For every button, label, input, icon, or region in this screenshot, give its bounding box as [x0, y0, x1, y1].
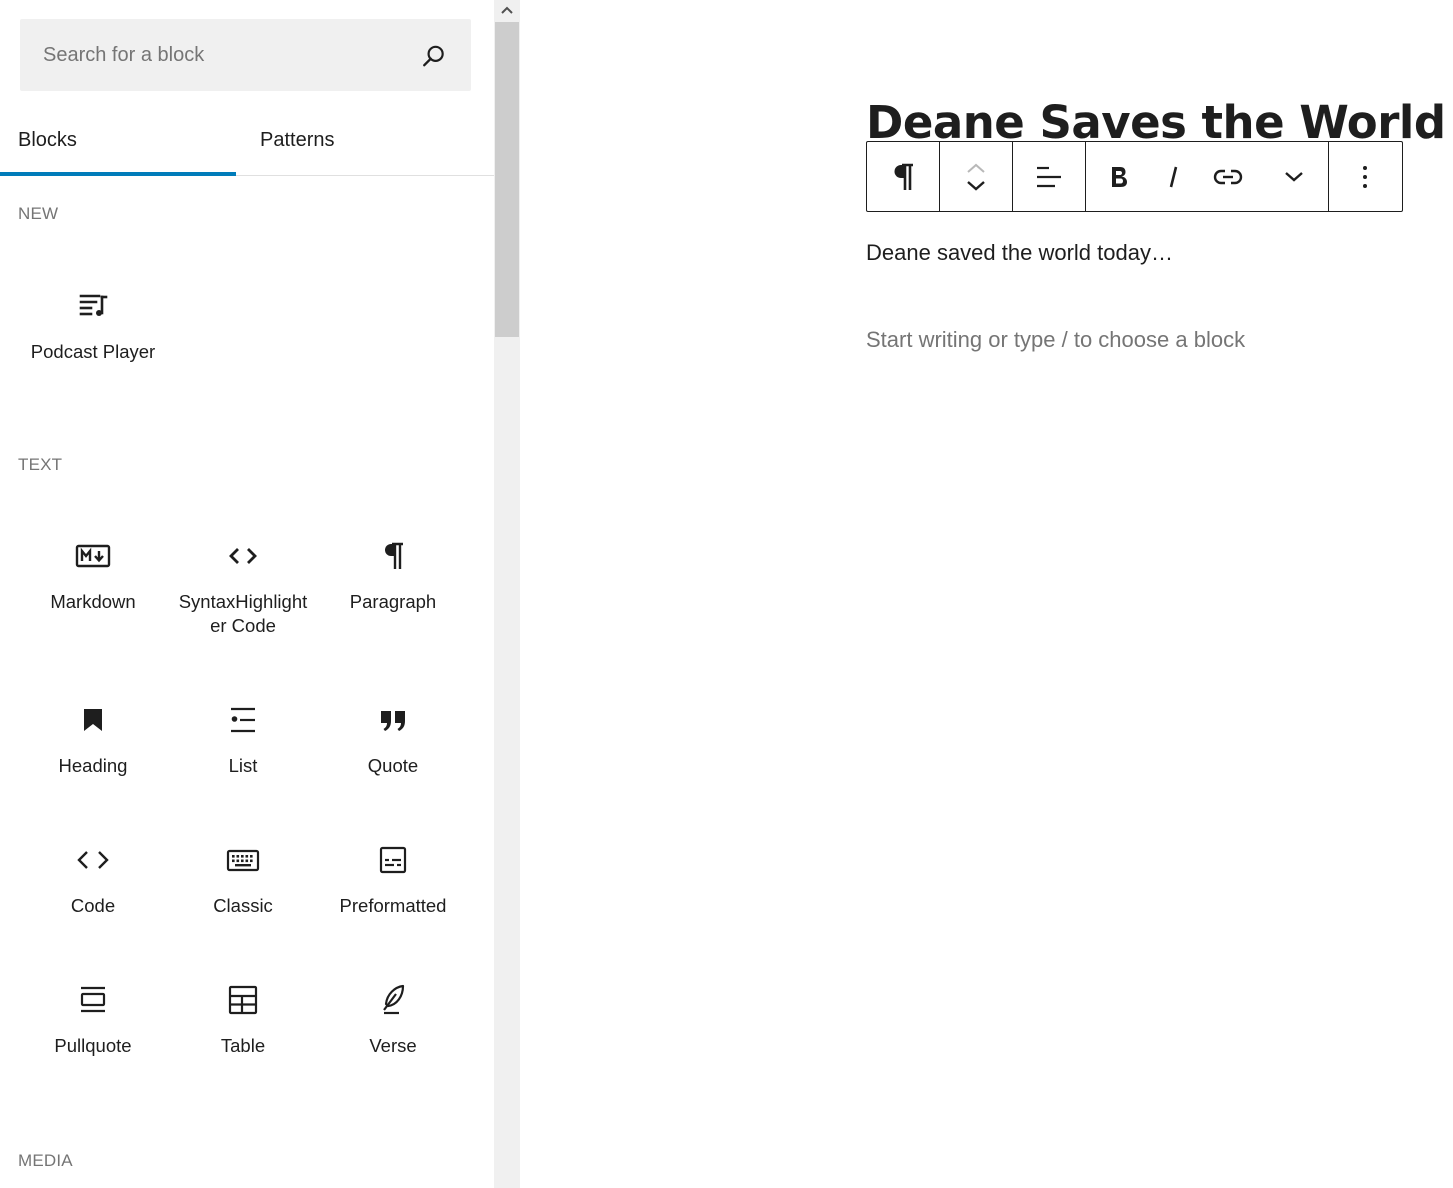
block-label: Preformatted [339, 895, 447, 916]
block-label: Markdown [50, 591, 136, 612]
block-code[interactable]: Code [18, 842, 168, 918]
block-label: Verse [369, 1035, 417, 1056]
block-label: Quote [367, 755, 419, 776]
options-button[interactable] [1329, 142, 1401, 211]
block-classic[interactable]: Classic [168, 842, 318, 918]
link-icon [1213, 169, 1243, 184]
paragraph-block[interactable]: Deane saved the world today… [866, 238, 1173, 268]
category-label-text: TEXT [18, 455, 63, 474]
paragraph-icon [385, 542, 403, 569]
bookmark-icon [84, 709, 102, 731]
scrollbar-thumb[interactable] [495, 22, 519, 337]
block-toolbar [866, 141, 1403, 212]
block-syntaxhighlighter-code[interactable]: SyntaxHighlighter Code [168, 538, 318, 638]
move-up-icon[interactable] [965, 161, 987, 175]
mover-controls [940, 142, 1012, 211]
block-paragraph[interactable]: Paragraph [318, 538, 468, 614]
list-icon [231, 707, 255, 733]
block-label: Heading [58, 755, 128, 776]
block-label: Classic [213, 895, 273, 916]
block-heading[interactable]: Heading [18, 702, 168, 778]
block-type-button[interactable] [867, 142, 939, 211]
tab-blocks[interactable]: Blocks [0, 106, 236, 176]
block-label: Podcast Player [30, 341, 156, 362]
block-pullquote[interactable]: Pullquote [18, 982, 168, 1058]
default-block-appender[interactable]: Start writing or type / to choose a bloc… [866, 325, 1245, 355]
block-table[interactable]: Table [168, 982, 318, 1058]
scroll-up-arrow[interactable] [494, 0, 520, 20]
toolbar-group-align [1013, 142, 1086, 211]
pullquote-icon [80, 986, 106, 1013]
block-list[interactable]: List [168, 702, 318, 778]
table-icon [228, 985, 258, 1015]
toolbar-group-move [940, 142, 1013, 211]
inserter-tabs: Blocks Patterns [0, 106, 494, 176]
link-button[interactable] [1196, 142, 1260, 211]
block-label: Pullquote [54, 1035, 132, 1056]
block-label: Code [70, 895, 116, 916]
chevron-down-icon [1285, 171, 1303, 182]
block-search [20, 19, 471, 91]
italic-icon [1169, 166, 1178, 187]
podcast-player-icon [79, 294, 108, 316]
search-icon[interactable] [421, 43, 447, 69]
inserter-scrollbar[interactable] [494, 0, 520, 1188]
toolbar-group-block-type [867, 142, 940, 211]
block-label: Table [220, 1035, 266, 1056]
category-label-new: NEW [18, 204, 59, 223]
tab-patterns[interactable]: Patterns [236, 106, 472, 175]
block-podcast-player[interactable]: Podcast Player [18, 288, 168, 364]
block-label: List [228, 755, 258, 776]
syntax-code-icon [229, 548, 257, 564]
category-label-media: MEDIA [18, 1151, 73, 1170]
align-button[interactable] [1013, 142, 1085, 211]
block-markdown[interactable]: Markdown [18, 538, 168, 614]
paragraph-icon [894, 163, 913, 190]
markdown-icon [75, 544, 111, 568]
chevron-up-icon [501, 6, 513, 14]
block-quote[interactable]: Quote [318, 702, 468, 778]
search-input[interactable] [20, 19, 400, 91]
code-icon [77, 851, 109, 869]
move-down-icon[interactable] [965, 179, 987, 193]
align-left-icon [1037, 166, 1061, 187]
block-label: Paragraph [349, 591, 437, 612]
block-verse[interactable]: Verse [318, 982, 468, 1058]
toolbar-group-options [1329, 142, 1401, 211]
toolbar-group-format [1086, 142, 1329, 211]
bold-button[interactable] [1086, 142, 1152, 211]
preformatted-icon [379, 846, 407, 874]
more-vertical-icon [1363, 165, 1367, 188]
block-label: SyntaxHighlighter Code [178, 591, 308, 636]
keyboard-icon [226, 849, 260, 872]
block-inserter-panel: Blocks Patterns NEW Podcast Player TEXT … [0, 0, 494, 1188]
block-preformatted[interactable]: Preformatted [318, 842, 468, 918]
italic-button[interactable] [1152, 142, 1196, 211]
more-formatting-button[interactable] [1260, 142, 1328, 211]
feather-icon [383, 984, 405, 1015]
quote-icon [381, 711, 405, 731]
bold-icon [1112, 166, 1127, 187]
